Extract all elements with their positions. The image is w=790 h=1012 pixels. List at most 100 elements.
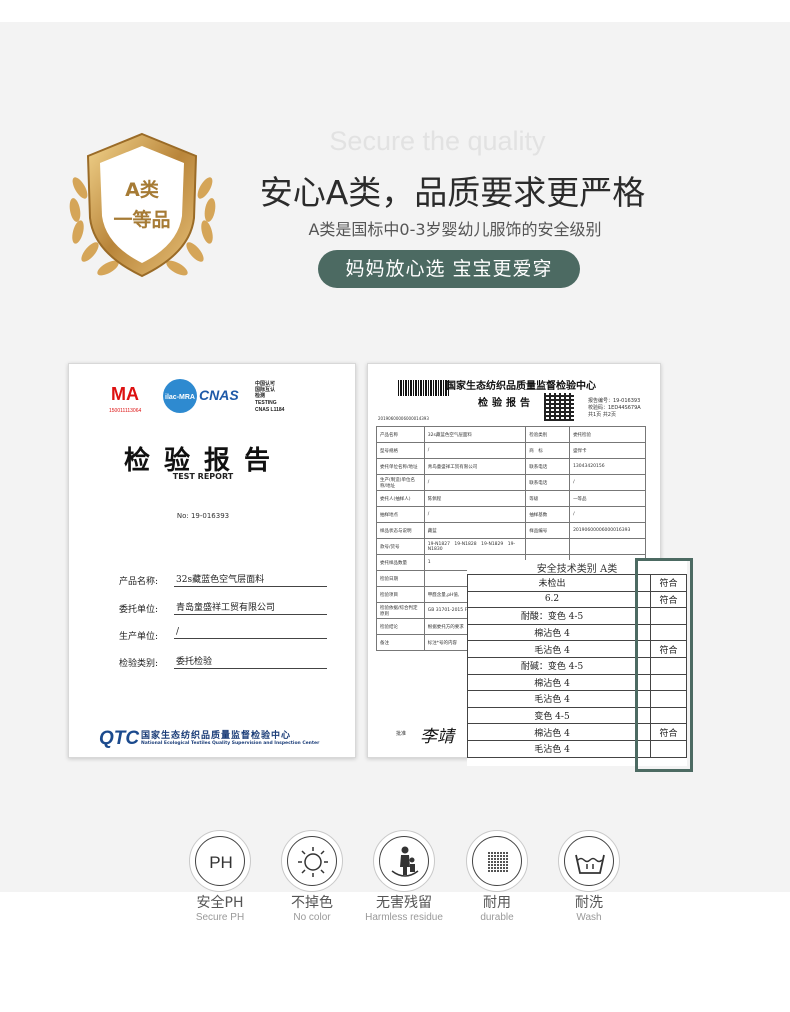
- footer-org-name: 国家生态纺织品质量监督检验中心: [141, 731, 292, 741]
- detail-table-cell: 陈佩程: [423, 490, 527, 507]
- detail-table-cell: [569, 538, 646, 555]
- feature-durable: 耐用 durable: [447, 830, 547, 924]
- detail-table-row: 样品状态与说明 藏蓝 样品编号 20190600006000016393: [376, 522, 646, 539]
- detail-table-cell: /: [569, 506, 646, 523]
- cnas-logo: CNAS: [199, 387, 239, 403]
- detail-check-no: 校验码：1ED44S679A: [588, 405, 641, 411]
- feature-label: 无害残留: [376, 895, 432, 911]
- detail-table-row: 委托单位名称/地址 青岛童盛祥工贸有限公司 联系电话 13043420156: [376, 458, 646, 475]
- detail-table-cell: 委托检验: [569, 426, 646, 443]
- detail-table-cell: 委托样品数量: [376, 554, 425, 571]
- results-value: 棉沾色 4: [467, 723, 637, 741]
- detail-table-cell: 藏蓝: [423, 522, 527, 539]
- ma-logo: MA: [111, 384, 139, 404]
- detail-table-cell: 抽样地点: [376, 506, 425, 523]
- svg-text:PH: PH: [209, 853, 233, 872]
- feature-label: 安全PH: [196, 895, 244, 911]
- field-value: 委托检验: [174, 654, 327, 669]
- feature-label-en: No color: [293, 912, 331, 923]
- top-strip: [0, 0, 790, 22]
- detail-table-cell: 商 标: [525, 442, 571, 459]
- detail-table-cell: 款号/货号: [376, 538, 425, 555]
- feature-secure-ph: PH 安全PH Secure PH: [170, 830, 270, 924]
- headline: 安心A类，品质要求更严格: [259, 173, 646, 212]
- badge-line2: 一等品: [113, 208, 170, 231]
- field-label: 检验类别:: [119, 659, 159, 669]
- report-title-en: TEST REPORT: [172, 472, 234, 481]
- feature-label: 不掉色: [291, 895, 333, 911]
- detail-table-cell: /: [423, 506, 527, 523]
- detail-table-row: 款号/货号 19-N1827 19-N1828 19-N1829 19-N1830: [376, 538, 646, 555]
- detail-table-row: 抽样地点 / 抽样基数 /: [376, 506, 646, 523]
- field-value: /: [174, 627, 327, 639]
- detail-table-cell: 样品编号: [525, 522, 571, 539]
- ma-number: 150011113064: [109, 408, 141, 414]
- barcode-number: 20190600006000014393: [378, 416, 429, 421]
- results-value: 耐碱：变色 4-5: [467, 656, 637, 675]
- field-label: 委托单位:: [119, 605, 159, 615]
- ilac-logo: ilac-MRA: [165, 394, 195, 401]
- subtitle-en: Secure the quality: [329, 126, 546, 156]
- detail-table-cell: 检验依据/综合判定原则: [376, 602, 425, 619]
- qtc-logo: QTC: [99, 728, 140, 749]
- signature: 李靖: [420, 727, 454, 747]
- detail-table-cell: 检验项目: [376, 586, 425, 603]
- feature-label-en: Secure PH: [195, 912, 245, 923]
- detail-table-cell: 联系电话: [525, 474, 571, 491]
- feature-no-color: 不掉色 No color: [262, 830, 362, 924]
- detail-subtitle: 检验报告: [478, 398, 534, 409]
- slogan-pill: 妈妈放心选 宝宝更爱穿: [318, 250, 580, 288]
- feature-icon-circle: [466, 830, 528, 892]
- detail-table-cell: /: [423, 474, 527, 491]
- feature-harmless-residue: 无害残留 Harmless residue: [354, 830, 454, 924]
- results-value: 毛沾色 4: [467, 739, 637, 758]
- detail-table-cell: 青岛童盛祥工贸有限公司: [423, 458, 527, 475]
- cnas-number: CNAS L1184: [255, 407, 285, 413]
- detail-report-no: 报告编号：19-016393: [588, 398, 641, 404]
- results-value: 未检出: [467, 574, 637, 592]
- detail-table-cell: 检验日期: [376, 570, 425, 587]
- feature-icon-circle: [281, 830, 343, 892]
- detail-table-cell: 产品名称: [376, 426, 425, 443]
- badge-line1: A类: [125, 178, 159, 201]
- fabric-icon: [487, 851, 509, 873]
- report-number: No: 19-016393: [176, 512, 230, 520]
- detail-table-cell: 13043420156: [569, 458, 646, 475]
- detail-table-row: 型号规格 / 商 标盛悍卡: [376, 442, 646, 459]
- highlight-frame: [635, 558, 693, 772]
- detail-table-cell: 检验类别: [525, 426, 571, 443]
- cnas-cn-1: 中国认可: [255, 380, 275, 387]
- description: A类是国标中0-3岁婴幼儿服饰的安全级别: [308, 220, 602, 239]
- results-value: 棉沾色 4: [467, 673, 637, 692]
- wash-icon: [575, 854, 605, 874]
- certification-logos: MA 150011113064 ilac-MRA CNAS 中国认可 国际互认 …: [107, 376, 297, 416]
- detail-table-cell: 盛悍卡: [569, 442, 646, 459]
- feature-icon-circle: PH: [189, 830, 251, 892]
- feature-label: 耐用: [483, 895, 511, 911]
- field-value: 32s藏蓝色空气层面料: [174, 572, 327, 587]
- detail-table-cell: 20190600006000016393: [569, 522, 646, 539]
- feature-label-en: Harmless residue: [365, 912, 443, 923]
- feature-icon-circle: [558, 830, 620, 892]
- signer-label: 批准: [396, 731, 407, 737]
- family-icon: [391, 846, 419, 877]
- detail-table-cell: /: [569, 474, 646, 491]
- detail-table-cell: 样品状态与说明: [376, 522, 425, 539]
- detail-table-cell: 委托单位名称/地址: [376, 458, 425, 475]
- cnas-cn-2: 国际互认: [255, 386, 276, 393]
- results-value: 毛沾色 4: [467, 690, 637, 708]
- detail-page: 共1页 共2页: [588, 412, 616, 418]
- qr-code-icon: [544, 393, 574, 421]
- detail-title: 国家生态纺织品质量监督检验中心: [446, 381, 596, 392]
- detail-table-cell: 生产(制造)单位名称/地址: [376, 474, 425, 491]
- detail-table-cell: 一等品: [569, 490, 646, 507]
- laurel-shield-icon: A类 一等品: [69, 132, 216, 278]
- detail-table-cell: 32s藏蓝色空气层面料: [423, 426, 527, 443]
- feature-label-en: durable: [480, 912, 514, 923]
- detail-table-row: 产品名称 32s藏蓝色空气层面料 检验类别 委托检验: [376, 426, 646, 443]
- results-value: 变色 4-5: [467, 706, 637, 725]
- cnas-testing: TESTING: [255, 400, 277, 406]
- field-label: 生产单位:: [119, 632, 159, 642]
- detail-table-cell: 委托人(抽样人): [376, 490, 425, 507]
- detail-table-cell: [525, 538, 571, 555]
